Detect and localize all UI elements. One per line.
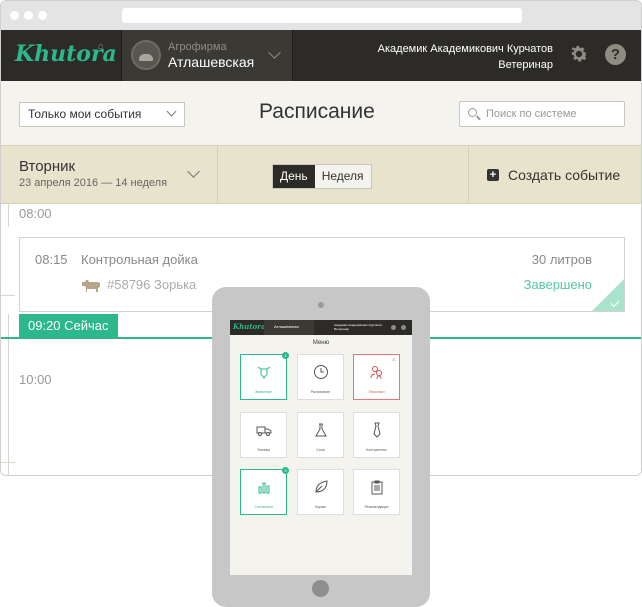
menu-tile-machinery[interactable]: Техника: [240, 412, 287, 458]
home-icon[interactable]: ⌂: [98, 41, 104, 52]
menu-tile-staff[interactable]: Персонал ⚠: [353, 354, 400, 400]
tie-icon: [373, 422, 381, 438]
tile-label: Расписание: [310, 390, 331, 394]
mini-farm-selector[interactable]: Атлашевская: [264, 320, 314, 335]
now-badge: 09:20 Сейчас: [19, 314, 118, 337]
mini-farm-name: Атлашевская: [274, 324, 299, 329]
gear-icon[interactable]: [568, 43, 590, 65]
menu-tile-schedule[interactable]: Расписание: [297, 354, 344, 400]
menu-tile-feed[interactable]: Корма: [297, 469, 344, 515]
farm-name: Атлашевская: [168, 54, 255, 70]
tile-label: Техника: [256, 448, 270, 452]
camera-icon: [318, 302, 324, 308]
mini-user: Академик Академикович Курчатов Ветеринар: [334, 323, 382, 331]
menu-title: Меню: [312, 340, 330, 346]
help-icon[interactable]: ?: [605, 44, 626, 65]
warning-icon: ⚠: [391, 357, 396, 363]
farm-avatar: [131, 40, 161, 70]
status-corner: [592, 279, 624, 311]
address-bar[interactable]: [122, 8, 522, 23]
day-name: Вторник: [19, 158, 76, 175]
user-role: Ветеринар: [498, 59, 553, 71]
tab-day[interactable]: День: [273, 165, 315, 188]
tab-week[interactable]: Неделя: [314, 165, 371, 188]
cow-head-icon: [257, 366, 271, 379]
menu-tile-animals[interactable]: Животные 1: [240, 352, 289, 400]
tile-badge: 3: [282, 467, 289, 474]
timeline-axis: [8, 204, 9, 227]
farm-selector[interactable]: Агрофирма Атлашевская: [121, 30, 293, 81]
page-title: Расписание: [259, 100, 375, 123]
filter-value: Только мои события: [28, 107, 142, 121]
mini-gear-icon[interactable]: [391, 325, 396, 330]
page-toolbar: Только мои события Расписание: [1, 81, 641, 145]
event-time: 08:15: [35, 252, 68, 267]
events-filter-select[interactable]: Только мои события: [19, 102, 185, 127]
hour-tick: [1, 462, 15, 463]
event-amount: 30 литров: [531, 252, 592, 267]
hour-label: 08:00: [19, 206, 52, 221]
hour-tick: [1, 295, 15, 296]
people-icon: [370, 366, 382, 380]
tile-label: Сила: [316, 448, 325, 452]
browser-chrome: [1, 1, 641, 30]
chevron-down-icon: [268, 46, 281, 59]
flask-icon: [315, 423, 327, 437]
search-icon: [468, 108, 477, 117]
plus-icon: +: [487, 169, 499, 181]
tablet-device: Khutora Атлашевская Академик Академикови…: [212, 287, 430, 607]
menu-tile-recommendations[interactable]: Рекомендации: [353, 469, 400, 515]
chevron-down-icon: [187, 165, 200, 178]
tile-label: Животные: [255, 390, 272, 394]
menu-tile-contractors[interactable]: Контрагенты: [353, 412, 400, 458]
date-picker[interactable]: Вторник 23 апреля 2016 — 14 неделя: [1, 146, 218, 203]
tile-label: Персонал: [368, 390, 385, 394]
event-animal-link[interactable]: #58796 Зорька: [107, 277, 196, 292]
create-event-button[interactable]: + Создать событие: [468, 146, 641, 203]
view-toggle: День Неделя: [272, 164, 372, 189]
mini-user-role: Ветеринар: [334, 327, 349, 331]
tablet-home-button[interactable]: [312, 580, 329, 597]
tile-badge: 1: [282, 352, 289, 359]
create-event-label: Создать событие: [508, 167, 621, 183]
window-dot: [10, 11, 19, 20]
window-dot: [24, 11, 33, 20]
event-title: Контрольная дойка: [81, 252, 198, 267]
event-status: Завершено: [523, 277, 592, 292]
mini-logo: Khutora: [233, 322, 266, 331]
hour-label: 10:00: [19, 372, 52, 387]
clipboard-icon: [371, 480, 383, 495]
bar-chart-icon: [258, 482, 270, 494]
farm-label: Агрофирма: [168, 41, 227, 53]
search-box[interactable]: [459, 101, 625, 127]
menu-tile-statistics[interactable]: Статистика 3: [240, 467, 289, 515]
search-input[interactable]: [486, 105, 618, 123]
day-date: 23 апреля 2016 — 14 неделя: [19, 177, 168, 189]
window-dot: [38, 11, 47, 20]
truck-icon: [256, 426, 272, 436]
leaf-icon: [315, 480, 328, 493]
app-header: Khutora ⌂ Агрофирма Атлашевская Академик…: [1, 30, 641, 81]
cow-icon: [82, 280, 100, 292]
tile-label: Рекомендации: [364, 505, 389, 509]
mini-help-icon[interactable]: [401, 325, 406, 330]
chevron-down-icon: [166, 106, 177, 117]
tile-label: Статистика: [254, 505, 273, 509]
user-name[interactable]: Академик Академикович Курчатов: [378, 43, 553, 55]
tile-label: Контрагенты: [366, 448, 387, 452]
date-bar: Вторник 23 апреля 2016 — 14 неделя День …: [1, 145, 641, 204]
tablet-screen: Khutora Атлашевская Академик Академикови…: [230, 320, 412, 575]
tile-label: Корма: [315, 505, 326, 509]
clock-icon: [314, 365, 328, 379]
menu-tile-power[interactable]: Сила: [297, 412, 344, 458]
mini-header: Khutora Атлашевская Академик Академикови…: [230, 320, 412, 335]
